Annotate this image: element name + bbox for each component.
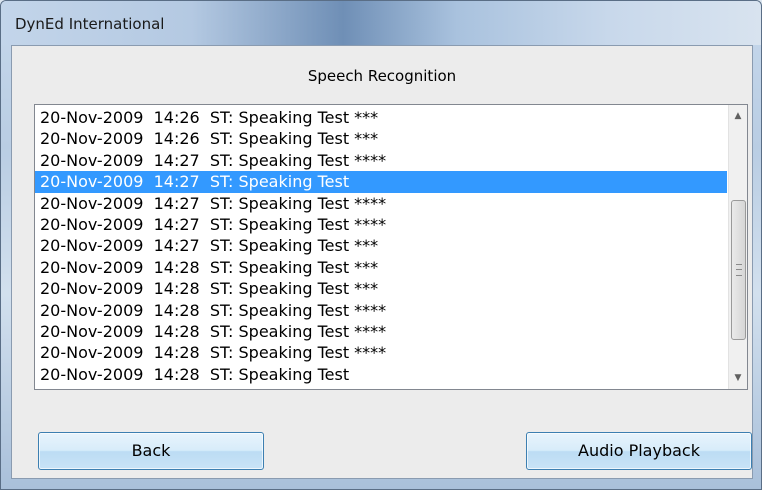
app-window: DynEd International Speech Recognition 2… — [0, 0, 762, 490]
list-item[interactable]: 20-Nov-2009 14:27 ST: Speaking Test **** — [35, 193, 727, 214]
list-item[interactable]: 20-Nov-2009 14:28 ST: Speaking Test — [35, 364, 727, 385]
back-button[interactable]: Back — [38, 432, 264, 470]
list-item[interactable]: 20-Nov-2009 14:27 ST: Speaking Test *** — [35, 235, 727, 256]
audio-playback-button[interactable]: Audio Playback — [526, 432, 752, 470]
dialog-body: Speech Recognition 20-Nov-2009 14:26 ST:… — [11, 45, 753, 479]
list-item[interactable]: 20-Nov-2009 14:26 ST: Speaking Test *** — [35, 128, 727, 149]
grip-icon — [736, 264, 742, 276]
list-item[interactable]: 20-Nov-2009 14:27 ST: Speaking Test **** — [35, 150, 727, 171]
title-bar[interactable]: DynEd International — [1, 1, 761, 45]
scrollbar-thumb[interactable] — [731, 200, 746, 340]
scroll-up-icon[interactable]: ▲ — [729, 107, 747, 125]
list-item[interactable]: 20-Nov-2009 14:28 ST: Speaking Test *** — [35, 257, 727, 278]
session-list[interactable]: 20-Nov-2009 14:26 ST: Speaking Test *** 2… — [34, 104, 748, 390]
list-item[interactable]: 20-Nov-2009 14:28 ST: Speaking Test **** — [35, 342, 727, 363]
vertical-scrollbar[interactable]: ▲ ▼ — [728, 105, 747, 389]
list-item[interactable]: 20-Nov-2009 14:26 ST: Speaking Test *** — [35, 107, 727, 128]
list-item[interactable]: 20-Nov-2009 14:28 ST: Speaking Test *** — [35, 278, 727, 299]
list-item[interactable]: 20-Nov-2009 14:28 ST: Speaking Test **** — [35, 300, 727, 321]
list-item[interactable]: 20-Nov-2009 14:28 ST: Speaking Test **** — [35, 321, 727, 342]
scroll-down-icon[interactable]: ▼ — [729, 369, 747, 387]
session-list-rows: 20-Nov-2009 14:26 ST: Speaking Test *** 2… — [35, 107, 727, 385]
list-item[interactable]: 20-Nov-2009 14:27 ST: Speaking Test **** — [35, 214, 727, 235]
page-title: Speech Recognition — [307, 67, 457, 85]
window-title: DynEd International — [15, 15, 165, 33]
list-item-selected[interactable]: 20-Nov-2009 14:27 ST: Speaking Test — [35, 171, 727, 193]
